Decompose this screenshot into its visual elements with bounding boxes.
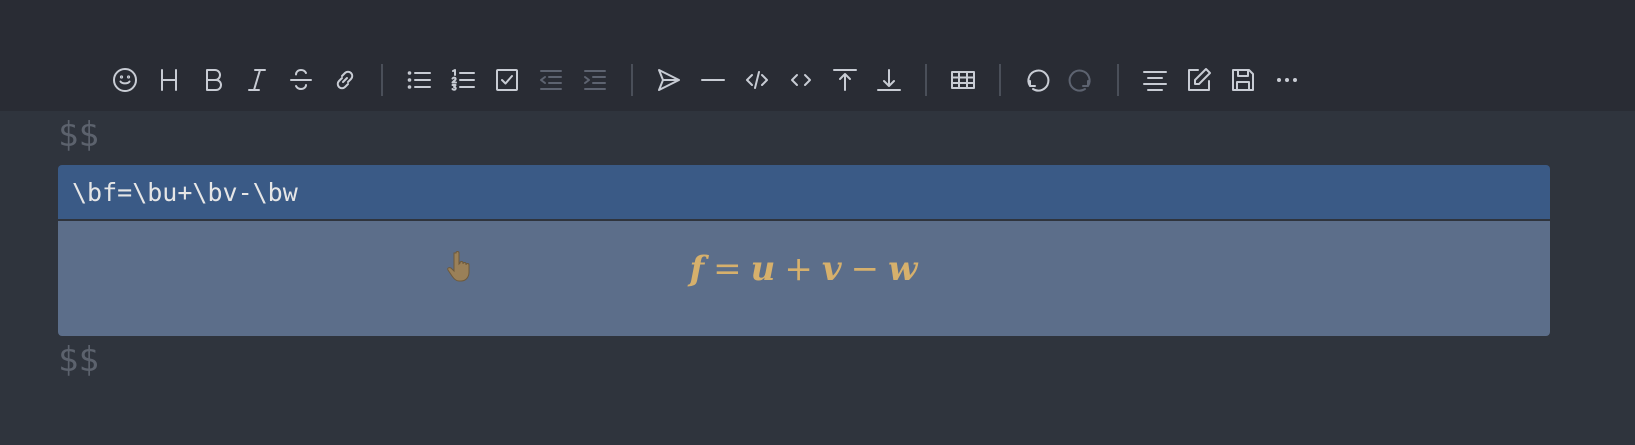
math-source-line[interactable]: \bf=\bu+\bv-\bw: [58, 165, 1550, 219]
math-preview[interactable]: f = u + v − w: [58, 221, 1550, 336]
insert-after-icon: [877, 69, 901, 91]
bold-button[interactable]: [191, 58, 235, 102]
outdent-icon: [540, 70, 562, 90]
edit-mode-button[interactable]: [1177, 58, 1221, 102]
checklist-button[interactable]: [485, 58, 529, 102]
undo-icon: [1027, 69, 1050, 92]
code-block-button[interactable]: [735, 58, 779, 102]
math-close-delimiter: $$: [58, 340, 99, 380]
indent-icon: [584, 70, 606, 90]
more-icon: [1277, 78, 1297, 82]
italic-button[interactable]: [235, 58, 279, 102]
formula-var-f: f: [689, 249, 706, 289]
toolbar-divider: [999, 64, 1001, 96]
ordered-list-button[interactable]: [441, 58, 485, 102]
table-icon: [951, 71, 975, 89]
rendered-formula: f = u + v − w: [58, 249, 1550, 289]
toolbar-divider: [925, 64, 927, 96]
save-button[interactable]: [1221, 58, 1265, 102]
insert-before-icon: [833, 69, 857, 91]
formula-plus: +: [784, 249, 814, 289]
formula-minus: −: [850, 249, 881, 289]
horizontal-rule-icon: [701, 79, 725, 81]
redo-button[interactable]: [1059, 58, 1103, 102]
save-icon: [1232, 69, 1254, 91]
hand-pointer-cursor-icon: [447, 251, 470, 282]
table-button[interactable]: [941, 58, 985, 102]
italic-icon: [248, 69, 266, 91]
math-open-delimiter: $$: [58, 115, 99, 155]
horizontal-rule-button[interactable]: [691, 58, 735, 102]
insert-before-button[interactable]: [823, 58, 867, 102]
heading-icon: [161, 69, 177, 91]
bullet-list-button[interactable]: [397, 58, 441, 102]
formula-var-u: u: [750, 249, 777, 289]
outdent-button[interactable]: [529, 58, 573, 102]
emoji-icon: [113, 68, 137, 92]
align-button[interactable]: [1133, 58, 1177, 102]
more-button[interactable]: [1265, 58, 1309, 102]
undo-button[interactable]: [1015, 58, 1059, 102]
math-source-text: \bf=\bu+\bv-\bw: [72, 177, 298, 207]
heading-button[interactable]: [147, 58, 191, 102]
toolbar-divider: [631, 64, 633, 96]
formula-var-w: w: [888, 249, 919, 289]
strikethrough-button[interactable]: [279, 58, 323, 102]
toolbar-buttons: [103, 58, 1309, 102]
indent-button[interactable]: [573, 58, 617, 102]
align-icon: [1143, 71, 1167, 91]
ordered-list-icon: [451, 69, 475, 91]
inline-code-button[interactable]: [779, 58, 823, 102]
formula-equals: =: [713, 249, 743, 289]
send-icon: [658, 69, 680, 91]
edit-mode-icon: [1188, 68, 1211, 91]
editor-area[interactable]: $$ \bf=\bu+\bv-\bw f = u + v − w $$: [0, 111, 1635, 445]
insert-after-button[interactable]: [867, 58, 911, 102]
bullet-list-icon: [407, 71, 431, 89]
inline-code-icon: [791, 74, 811, 86]
link-icon: [336, 70, 354, 90]
strikethrough-icon: [290, 69, 312, 90]
emoji-button[interactable]: [103, 58, 147, 102]
toolbar-divider: [381, 64, 383, 96]
redo-icon: [1068, 69, 1091, 92]
bold-icon: [206, 69, 222, 91]
checklist-icon: [496, 69, 518, 91]
editor-toolbar: [0, 0, 1635, 111]
formula-var-v: v: [821, 249, 843, 289]
toolbar-divider: [1117, 64, 1119, 96]
code-block-icon: [746, 71, 768, 89]
link-button[interactable]: [323, 58, 367, 102]
send-button[interactable]: [647, 58, 691, 102]
